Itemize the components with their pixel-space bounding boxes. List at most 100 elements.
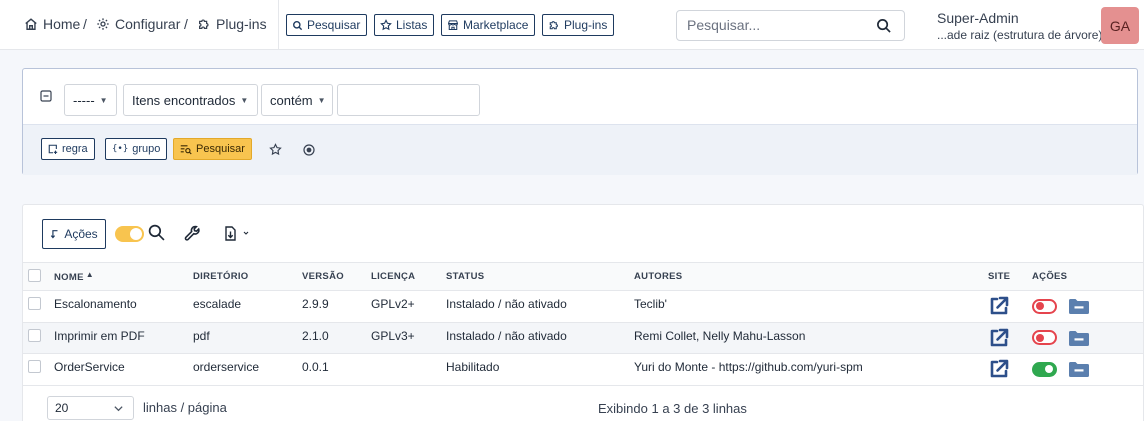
column-header-authors[interactable]: AUTORES [634, 262, 988, 291]
search-icon[interactable] [876, 18, 891, 33]
search-icon [292, 20, 303, 31]
reset-circle-icon[interactable] [303, 144, 315, 156]
select-all-checkbox[interactable] [28, 268, 41, 282]
plugin-version: 2.1.0 [302, 322, 371, 354]
braces-icon: {•} [112, 144, 129, 154]
plugins-table: NOME ▲ DIRETÓRIO VERSÃO LICENÇA STATUS AU… [23, 262, 1143, 386]
enable-toggle[interactable] [1032, 298, 1057, 314]
search-button-label: Pesquisar [196, 143, 245, 155]
breadcrumb-plugins-label: Plug-ins [216, 16, 267, 32]
operator-select[interactable]: contém ▼ [261, 84, 333, 116]
top-bar: Home / Configurar / Plug-ins Pesquisar L… [0, 0, 1144, 50]
column-label: NOME [54, 272, 84, 283]
saved-lists-label: Listas [396, 18, 428, 32]
enable-toggle[interactable] [1032, 361, 1057, 377]
column-header-status[interactable]: STATUS [446, 262, 634, 291]
home-icon [24, 17, 38, 31]
field-select[interactable]: ----- ▼ [64, 84, 117, 116]
column-header-actions: AÇÕES [1032, 262, 1143, 291]
sort-asc-icon: ▲ [85, 270, 94, 279]
marketplace-button[interactable]: Marketplace [441, 14, 536, 36]
star-icon [380, 19, 392, 31]
wrench-icon[interactable] [184, 225, 201, 242]
avatar[interactable]: GA [1101, 7, 1139, 44]
external-link-icon[interactable] [988, 295, 1032, 317]
pagination-summary: Exibindo 1 a 3 de 3 linhas [598, 401, 747, 416]
header-divider [278, 0, 279, 50]
plugin-version: 2.9.9 [302, 290, 371, 323]
table-row: OrderService orderservice 0.0.1 Habilita… [23, 353, 1143, 386]
actions-button-label: Ações [64, 227, 98, 241]
add-group-label: grupo [132, 143, 161, 155]
table-row: Imprimir em PDF pdf 2.1.0 GPLv3+ Instala… [23, 322, 1143, 354]
per-page-select[interactable]: 20 [47, 396, 134, 420]
enable-toggle[interactable] [1032, 330, 1057, 346]
export-icon[interactable] [223, 225, 249, 242]
plugin-name: OrderService [54, 353, 193, 386]
global-search-input[interactable] [687, 17, 867, 33]
gear-icon [96, 17, 110, 31]
user-entity[interactable]: ...ade raiz (estrutura de árvore) [937, 28, 1102, 42]
plugin-status: Instalado / não ativado [446, 290, 634, 323]
breadcrumb-home-label: Home [43, 16, 81, 32]
collapse-icon[interactable] [40, 90, 52, 102]
breadcrumb-plugins[interactable]: Plug-ins [197, 16, 267, 32]
column-header-license[interactable]: LICENÇA [371, 262, 446, 291]
user-profile[interactable]: Super-Admin [937, 10, 1019, 26]
plugin-directory: pdf [193, 322, 302, 354]
column-header-name[interactable]: NOME ▲ [54, 262, 193, 291]
saved-lists-button[interactable]: Listas [374, 14, 435, 36]
table-row: Escalonamento escalade 2.9.9 GPLv2+ Inst… [23, 290, 1143, 323]
puzzle-icon [548, 19, 560, 31]
row-select-cell [23, 322, 54, 354]
chevron-down-icon: ▼ [317, 95, 326, 105]
plugin-name: Escalonamento [54, 290, 193, 323]
plugin-license: GPLv3+ [371, 322, 446, 354]
external-link-icon[interactable] [988, 327, 1032, 349]
criteria-value-input[interactable] [337, 84, 480, 116]
add-rule-label: regra [62, 143, 88, 155]
uninstall-folder-icon[interactable] [1068, 329, 1090, 347]
chevron-down-icon: ▼ [99, 95, 108, 105]
external-link-icon[interactable] [988, 358, 1032, 380]
add-group-button[interactable]: {•} grupo [105, 138, 168, 160]
uninstall-folder-icon[interactable] [1068, 360, 1090, 378]
actions-button[interactable]: Ações [42, 219, 106, 249]
breadcrumb-home[interactable]: Home [24, 16, 80, 32]
table-header: NOME ▲ DIRETÓRIO VERSÃO LICENÇA STATUS AU… [23, 262, 1143, 291]
search-button[interactable]: Pesquisar [173, 138, 252, 160]
row-checkbox[interactable] [28, 360, 41, 373]
puzzle-icon [197, 17, 211, 31]
quick-search-button[interactable]: Pesquisar [286, 14, 368, 36]
square-plus-icon [48, 144, 58, 154]
marketplace-label: Marketplace [463, 18, 529, 32]
breadcrumb-setup[interactable]: Configurar [96, 16, 180, 32]
plugin-license [371, 353, 446, 386]
plugin-status: Habilitado [446, 353, 634, 386]
plugin-directory: orderservice [193, 353, 302, 386]
column-header-directory[interactable]: DIRETÓRIO [193, 262, 302, 291]
search-toggle[interactable] [115, 226, 144, 242]
plugins-button[interactable]: Plug-ins [542, 14, 615, 36]
plugin-version: 0.0.1 [302, 353, 371, 386]
column-header-site: SITE [988, 262, 1032, 291]
site-cell [988, 322, 1032, 354]
per-page-label: linhas / página [143, 400, 227, 415]
star-icon[interactable] [269, 143, 282, 156]
plugins-label: Plug-ins [564, 18, 608, 32]
column-header-version[interactable]: VERSÃO [302, 262, 371, 291]
chevron-down-icon [113, 403, 124, 414]
search-icon[interactable] [148, 224, 165, 241]
field-select-value: ----- [73, 92, 95, 108]
add-rule-button[interactable]: regra [41, 138, 95, 160]
row-checkbox[interactable] [28, 328, 41, 342]
plugin-authors: Teclib' [634, 290, 988, 323]
breadcrumb-setup-label: Configurar [115, 16, 181, 32]
search-criteria-panel: ----- ▼ Itens encontrados ▼ contém ▼ regra … [22, 68, 1138, 175]
quick-search-label: Pesquisar [307, 18, 361, 32]
chevron-down-icon: ▼ [240, 95, 249, 105]
uninstall-folder-icon[interactable] [1068, 297, 1090, 315]
link-select[interactable]: Itens encontrados ▼ [123, 84, 258, 116]
row-checkbox[interactable] [28, 297, 41, 310]
row-select-cell [23, 353, 54, 386]
